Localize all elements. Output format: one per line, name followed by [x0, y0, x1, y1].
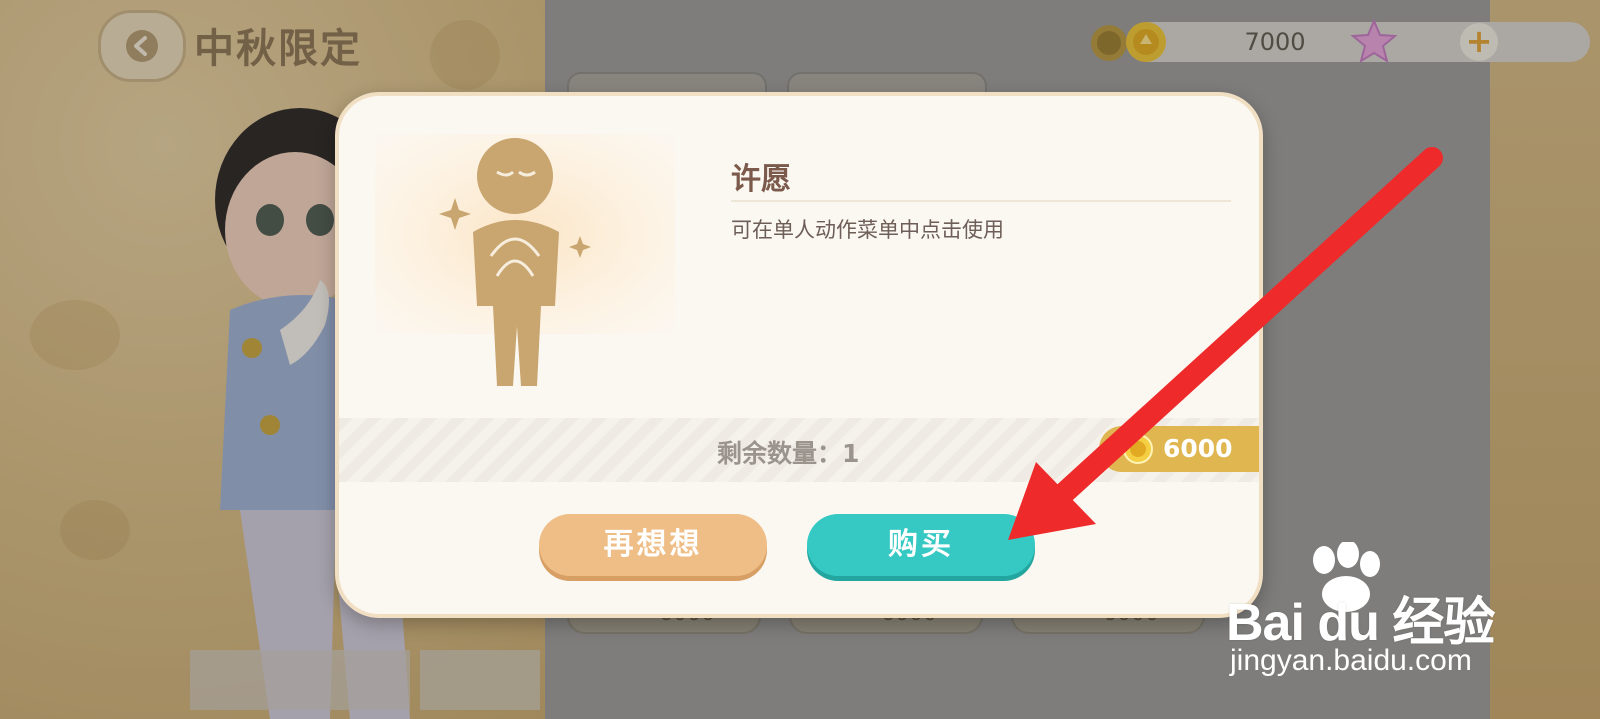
watermark-url: jingyan.baidu.com: [1230, 644, 1472, 677]
gold-coin-icon: [1123, 434, 1153, 464]
cancel-button[interactable]: 再想想: [539, 514, 767, 576]
baidu-watermark: Bai du 经验 jingyan.baidu.com: [1226, 542, 1516, 692]
item-name: 许愿: [731, 162, 791, 197]
divider: [731, 200, 1231, 202]
item-description: 可在单人动作菜单中点击使用: [731, 218, 1004, 242]
price-amount: 6000: [1163, 434, 1233, 463]
price-tag: 6000: [1099, 426, 1259, 472]
wish-gesture-icon: [439, 138, 591, 386]
buy-button[interactable]: 购买: [807, 514, 1035, 576]
remaining-quantity: 剩余数量：1: [717, 439, 860, 468]
purchase-dialog: 许愿 可在单人动作菜单中点击使用 剩余数量：1 6000 再想想 购买: [335, 92, 1263, 618]
